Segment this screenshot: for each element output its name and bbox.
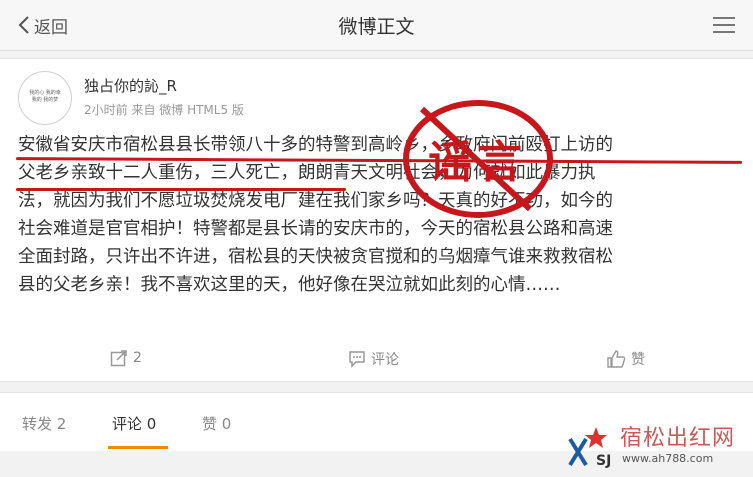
tab-label: 评论 — [112, 415, 143, 433]
active-tab-indicator — [108, 446, 168, 449]
tab-count: 2 — [56, 415, 67, 433]
post-line: 县的父老乡亲！我不喜欢这里的天，他好像在哭泣就如此刻的心情…… — [18, 275, 561, 295]
avatar-text: 我的心 我的幸 我的 我的梦 — [29, 90, 61, 103]
action-bar: 2 评论 赞 — [0, 345, 753, 375]
tab-label: 赞 — [202, 415, 218, 433]
post-card: 我的心 我的幸 我的 我的梦 独占你的訫_R 2小时前 来自 微博 HTML5 … — [0, 58, 753, 382]
more-menu-icon[interactable] — [713, 16, 735, 34]
like-label: 赞 — [631, 352, 645, 368]
tab-label: 转发 — [22, 415, 53, 433]
comment-label: 评论 — [371, 352, 399, 368]
watermark-site-name: 宿松出红网 — [620, 426, 736, 451]
rumor-stamp-icon: 谣言 — [403, 100, 553, 218]
tab-comments[interactable]: 评论 0 — [112, 413, 156, 434]
avatar[interactable]: 我的心 我的幸 我的 我的梦 — [18, 71, 72, 125]
repost-count: 2 — [133, 350, 142, 366]
post-body: 安徽省安庆市宿松县县长带领八十多的特警到高岭乡，乡政府门前殴打上访的 父老乡亲致… — [18, 131, 740, 299]
post-line: 法，就因为我们不愿垃圾焚烧发电厂建在我们家乡吗？天真的好不功，如今的 — [18, 191, 613, 211]
comment-icon — [349, 351, 365, 368]
page-title: 微博正文 — [338, 16, 415, 38]
post-line: 社会难道是官官相护！特警都是县长请的安庆市的，今天的宿松县公路和高速 — [18, 219, 613, 239]
post-meta: 2小时前 来自 微博 HTML5 版 — [84, 103, 244, 117]
comment-button[interactable]: 评论 — [348, 349, 399, 369]
thumbs-up-icon — [607, 350, 626, 368]
tab-count: 0 — [146, 415, 157, 433]
tab-count: 0 — [221, 415, 232, 433]
like-button[interactable]: 赞 — [606, 349, 645, 369]
post-line: 全面封路，只许出不许进，宿松县的天快被贪官搅和的乌烟瘴气谁来救救宿松 — [18, 247, 613, 267]
watermark-url: www.ah788.com — [622, 452, 714, 465]
repost-icon — [110, 350, 127, 367]
underline-annotation — [16, 188, 346, 191]
stamp-text: 谣言 — [428, 137, 528, 188]
tab-likes[interactable]: 赞 0 — [202, 413, 231, 434]
top-nav-bar: 返回 微博正文 — [0, 0, 753, 51]
tab-repost[interactable]: 转发 2 — [22, 413, 66, 434]
username[interactable]: 独占你的訫_R — [84, 75, 177, 96]
repost-button[interactable]: 2 — [110, 349, 142, 367]
post-line: 安徽省安庆市宿松县县长带领八十多的特警到高岭乡，乡政府门前殴打上访的 — [18, 135, 613, 155]
watermark-logo-text: SJ — [596, 453, 611, 469]
